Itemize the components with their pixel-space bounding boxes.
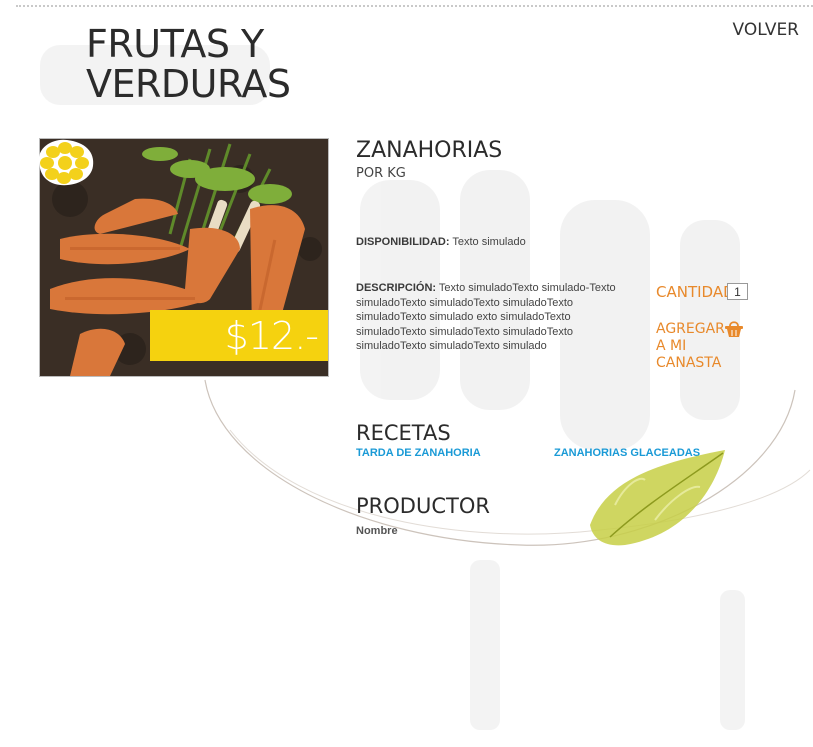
page-title-line1: FRUTAS Y bbox=[86, 22, 264, 66]
producer-heading: PRODUCTOR bbox=[356, 494, 490, 518]
availability-label: DISPONIBILIDAD: bbox=[356, 236, 450, 248]
leaf-decoration bbox=[590, 450, 725, 546]
quantity-label: CANTIDAD bbox=[656, 283, 735, 301]
recipes-heading: RECETAS bbox=[356, 421, 451, 445]
quantity-input[interactable] bbox=[727, 283, 748, 300]
recipe-link-1[interactable]: TARDA DE ZANAHORIA bbox=[356, 447, 481, 459]
product-unit: POR KG bbox=[356, 166, 406, 181]
description-label: DESCRIPCIÓN: bbox=[356, 282, 437, 294]
flower-icon bbox=[38, 139, 94, 186]
back-link[interactable]: VOLVER bbox=[733, 20, 800, 40]
page-title: FRUTAS Y VERDURAS bbox=[86, 22, 291, 106]
top-dotted-divider bbox=[16, 5, 813, 7]
product-name: ZANAHORIAS bbox=[356, 138, 503, 163]
add-to-basket-line2: A MI CANASTA bbox=[656, 338, 722, 371]
description: DESCRIPCIÓN: Texto simuladoTexto simulad… bbox=[356, 281, 618, 354]
producer-name: Nombre bbox=[356, 525, 398, 537]
availability: DISPONIBILIDAD: Texto simulado bbox=[356, 236, 526, 248]
price-tag: $12.- bbox=[150, 310, 328, 361]
page-title-line2: VERDURAS bbox=[86, 62, 291, 106]
availability-value: Texto simulado bbox=[452, 236, 526, 248]
basket-icon[interactable] bbox=[724, 320, 744, 338]
